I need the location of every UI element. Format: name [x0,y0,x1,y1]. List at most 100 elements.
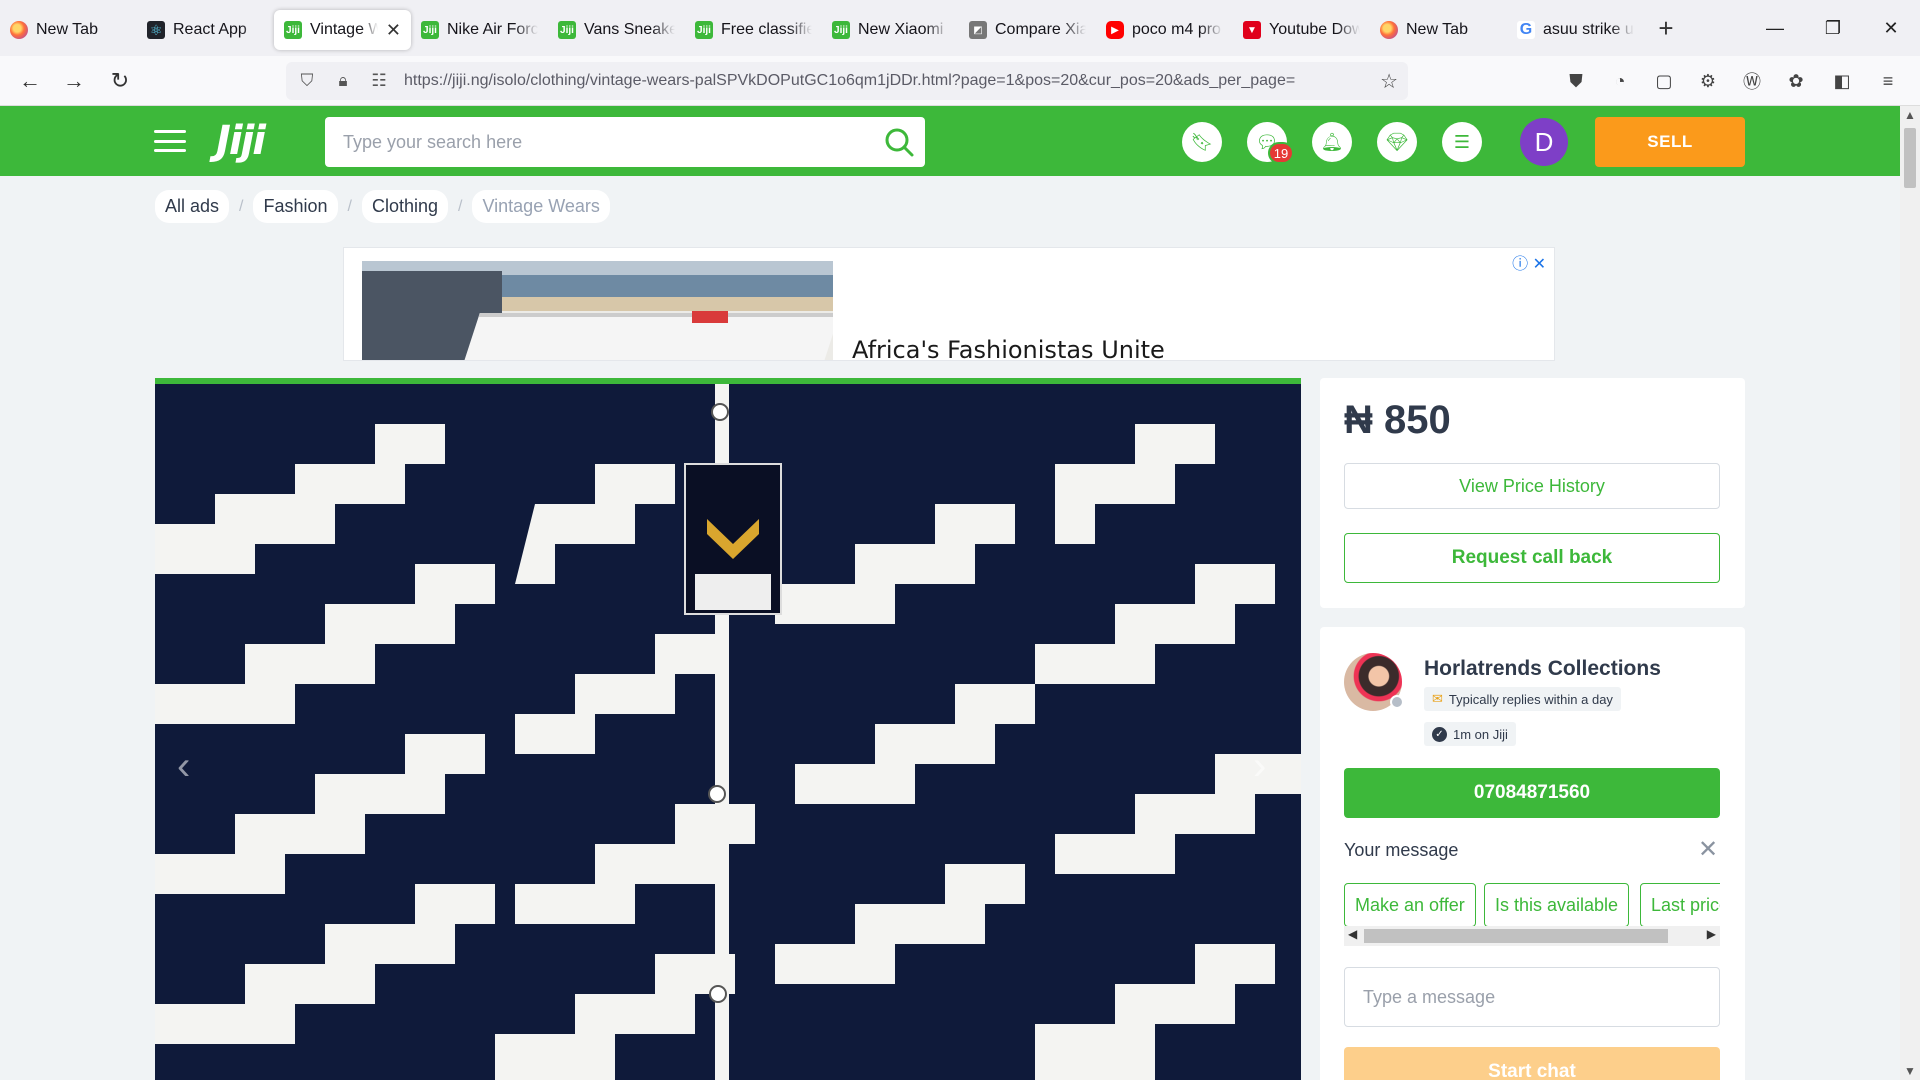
compare-icon: ◩ [969,21,987,39]
bookmark-star-icon[interactable]: ☆ [1380,69,1398,94]
quick-reply-last-price[interactable]: Last price [1640,883,1720,927]
gallery-prev-arrow-icon[interactable]: ‹ [177,744,190,789]
new-tab-button[interactable]: + [1646,13,1686,44]
quick-replies: Make an offer Is this available Last pri… [1344,883,1720,927]
breadcrumb: All ads / Fashion / Clothing / Vintage W… [155,190,610,223]
online-status-dot [1390,695,1404,709]
jiji-icon: Jiji [284,21,302,39]
messages-badge: 19 [1268,142,1294,164]
scrollbar-thumb[interactable] [1904,128,1916,188]
jiji-icon: Jiji [695,21,713,39]
bookmark-icon[interactable]: 🔖︎ [1182,122,1222,162]
browser-tab[interactable]: JijiFree classifieds [685,10,822,50]
sidebar-icon[interactable]: ◧ [1826,56,1858,106]
seller-name[interactable]: Horlatrends Collections [1424,657,1661,681]
forward-icon[interactable]: → [52,61,96,101]
gallery-next-arrow-icon[interactable]: › [1253,744,1266,789]
show-phone-button[interactable]: 07084871560 [1344,768,1720,818]
notifications-bell-icon[interactable]: 🔔︎ [1312,122,1352,162]
close-window-icon[interactable]: ✕ [1862,0,1920,56]
breadcrumb-item[interactable]: All ads [155,190,230,223]
ad-title[interactable]: Africa's Fashionistas Unite [852,336,1165,360]
browser-tab[interactable]: ▼Youtube Downloader [1233,10,1370,50]
scroll-right-arrow-icon[interactable]: ▶ [1707,927,1716,941]
jiji-icon: Jiji [558,21,576,39]
browser-tab-bar: New Tab ⚛React App JijiVintage Wears✕ Ji… [0,0,1920,56]
pocket-icon[interactable]: ⛊ [1560,56,1592,106]
google-icon: G [1517,21,1535,39]
product-image-gallery[interactable]: ‹ › [155,378,1301,1080]
firefox-icon [1380,21,1398,39]
browser-nav-bar: ← → ↻ ⛉ 🔒︎ ☷ https://jiji.ng/isolo/cloth… [0,56,1920,106]
listing-price: ₦ 850 [1344,398,1451,442]
start-chat-button[interactable]: Start chat [1344,1047,1720,1080]
browser-tab-active[interactable]: JijiVintage Wears✕ [274,10,411,50]
extension-icon[interactable]: ◔ [1604,56,1636,106]
site-logo[interactable]: Jiji [216,118,266,164]
extension-icon[interactable]: ⚙ [1692,56,1724,106]
close-icon[interactable]: ✕ [1698,835,1718,864]
youtube-icon: ▶ [1106,21,1124,39]
ad-info-close-icon[interactable]: ⓘ ✕ [1512,250,1546,274]
breadcrumb-separator: / [458,197,463,215]
reply-time-badge: ✉ Typically replies within a day [1424,687,1621,711]
reload-icon[interactable]: ↻ [98,61,142,101]
browser-tab[interactable]: ⚛ React App [137,10,274,50]
restore-icon[interactable]: ❐ [1804,0,1862,56]
quick-replies-scrollbar[interactable]: ◀ ▶ [1344,926,1720,946]
color-picker-icon[interactable]: ✿ [1780,56,1812,106]
jiji-icon: Jiji [421,21,439,39]
request-call-back-button[interactable]: Request call back [1344,533,1720,583]
lock-icon[interactable]: 🔒︎ [332,71,354,91]
scroll-up-arrow-icon[interactable]: ▲ [1900,108,1920,122]
list-icon[interactable]: ☰ [1442,122,1482,162]
browser-tab[interactable]: Gasuu strike update [1507,10,1644,50]
browser-tab[interactable]: ▶ poco m4 pro [1096,10,1233,50]
back-icon[interactable]: ← [8,61,52,101]
address-bar[interactable]: ⛉ 🔒︎ ☷ https://jiji.ng/isolo/clothing/vi… [286,62,1408,100]
url-text[interactable]: https://jiji.ng/isolo/clothing/vintage-w… [404,72,1374,90]
page-scrollbar[interactable]: ▲ ▼ [1900,106,1920,1080]
seller-avatar[interactable] [1344,653,1404,711]
window-controls: — ❐ ✕ [1746,0,1920,56]
scrollbar-thumb[interactable] [1364,929,1668,943]
permissions-icon[interactable]: ☷ [368,71,390,91]
extension-icon[interactable]: ▢ [1648,56,1680,106]
site-header: Jiji 🔖︎ 💬︎ 19 🔔︎ 💎︎ ☰ D SELL [0,106,1920,176]
hamburger-menu-icon[interactable] [154,130,186,152]
menu-icon[interactable]: ≡ [1872,56,1904,106]
browser-tab[interactable]: ◩Compare Xiaomi [959,10,1096,50]
quick-reply-make-offer[interactable]: Make an offer [1344,883,1476,927]
search-input[interactable] [343,131,873,153]
ad-banner[interactable]: Africa's Fashionistas Unite ⓘ ✕ [343,247,1555,361]
shield-icon[interactable]: ⛉ [296,71,318,91]
view-price-history-button[interactable]: View Price History [1344,463,1720,509]
breadcrumb-item[interactable]: Fashion [253,190,338,223]
browser-tab[interactable]: New Tab [0,10,137,50]
jiji-icon: Jiji [832,21,850,39]
close-tab-icon[interactable]: ✕ [386,20,401,41]
ad-image[interactable] [362,261,833,360]
membership-badge: ✓ 1m on Jiji [1424,722,1516,746]
minimize-icon[interactable]: — [1746,0,1804,56]
message-input[interactable] [1363,986,1701,1008]
extension-icon[interactable]: Ⓦ [1736,56,1768,106]
user-avatar[interactable]: D [1520,118,1568,166]
search-bar [325,117,925,167]
product-image [155,384,1301,1080]
reply-time-icon: ✉ [1432,691,1443,706]
breadcrumb-item[interactable]: Clothing [361,190,449,223]
scroll-down-arrow-icon[interactable]: ▼ [1900,1064,1920,1078]
browser-tab[interactable]: Jiji New Xiaomi [822,10,959,50]
quick-reply-is-available[interactable]: Is this available [1484,883,1630,927]
message-field [1344,967,1720,1027]
browser-tab[interactable]: Jiji Nike Air Force [411,10,548,50]
breadcrumb-separator: / [347,197,352,215]
search-icon[interactable] [883,126,915,158]
browser-tab[interactable]: JijiVans Sneakers [548,10,685,50]
diamond-icon[interactable]: 💎︎ [1377,122,1417,162]
sell-button[interactable]: SELL [1595,117,1745,167]
react-icon: ⚛ [147,21,165,39]
browser-tab[interactable]: New Tab [1370,10,1507,50]
scroll-left-arrow-icon[interactable]: ◀ [1348,927,1357,941]
